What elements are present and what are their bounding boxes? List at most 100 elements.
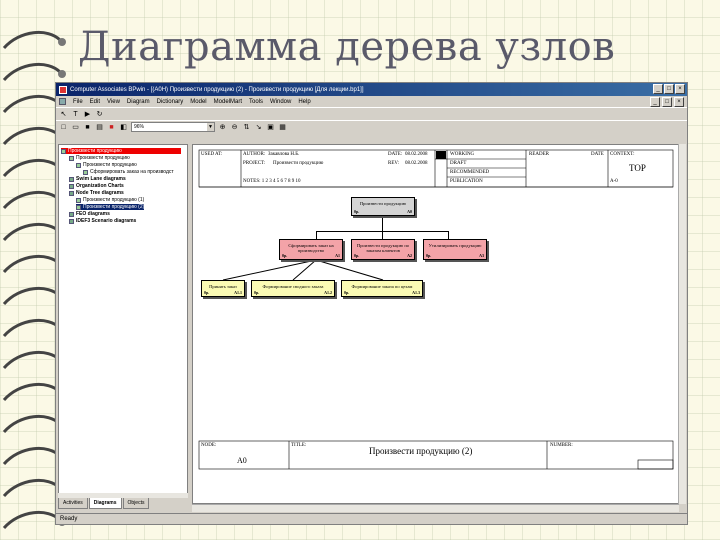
- status-draft: DRAFT: [450, 161, 467, 166]
- zoom-out-icon[interactable]: ⊖: [230, 123, 239, 132]
- slide-title: Диаграмма дерева узлов: [78, 24, 616, 70]
- node-number: A1.2: [324, 290, 332, 295]
- folder-icon: [69, 176, 74, 182]
- used-at-label: USED AT:: [201, 152, 223, 157]
- play-icon[interactable]: ▶: [83, 110, 92, 119]
- page-icon[interactable]: ▣: [266, 123, 275, 132]
- canvas-vertical-scrollbar[interactable]: [678, 144, 686, 504]
- bpwin-window: Computer Associates BPwin - [(A0H) Произ…: [55, 82, 688, 525]
- number-label: NUMBER:: [550, 443, 573, 448]
- arrow-tool-icon[interactable]: ↘: [254, 123, 263, 132]
- mdi-minimize-button[interactable]: _: [650, 97, 660, 107]
- node-a1-3[interactable]: Формирование заказа по цехам 0р. A1.3: [341, 280, 423, 297]
- connector: [382, 231, 383, 239]
- notes-text: NOTES: 1 2 3 4 5 6 7 8 9 10: [243, 179, 301, 184]
- connector: [316, 231, 317, 239]
- menu-edit[interactable]: Edit: [90, 99, 100, 105]
- tree-item-selected[interactable]: Произвести продукцию (2): [76, 204, 145, 210]
- folder-icon: [69, 183, 74, 189]
- diagram-icon: [83, 169, 88, 175]
- mdi-restore-button[interactable]: □: [662, 97, 672, 107]
- node-a0[interactable]: Произвести продукцию 0р. A0: [351, 197, 415, 216]
- rotate-icon[interactable]: ↻: [95, 110, 104, 119]
- node-a1-1[interactable]: Принять заказ 0р. A1.1: [201, 280, 245, 297]
- diagram-canvas[interactable]: USED AT: AUTHOR: Закавлова Н.Б. DATE: 08…: [192, 144, 679, 504]
- tree-item[interactable]: Произвести продукцию: [69, 155, 130, 161]
- toolbar-standard: □ ▭ ■ ▤ ■ ◧ 96% ▼ ⊕ ⊖ ⇅ ↘ ▣ ▦: [56, 120, 687, 133]
- menu-diagram[interactable]: Diagram: [127, 99, 150, 105]
- tree-item-root[interactable]: Произвести продукцию: [61, 148, 181, 154]
- menu-model[interactable]: Model: [190, 99, 206, 105]
- tab-activities[interactable]: Activities: [58, 498, 88, 509]
- tree-item[interactable]: Сформировать заказ на производст: [83, 169, 174, 175]
- tree-item-feo[interactable]: FEO diagrams: [69, 211, 110, 217]
- maximize-button[interactable]: □: [664, 84, 674, 94]
- diagram-icon: [69, 155, 74, 161]
- node-a1[interactable]: Сформировать заказ на производство 0р. A…: [279, 239, 343, 260]
- report-icon[interactable]: ▦: [278, 123, 287, 132]
- node-text: Произвести продукцию: [359, 201, 407, 206]
- node-text: Произвести продукцию по заказам клиентов: [356, 243, 410, 253]
- node-label: NODE:: [201, 443, 217, 448]
- chevron-down-icon: ▼: [207, 123, 214, 131]
- menu-file[interactable]: File: [73, 99, 83, 105]
- zoom-value: 96%: [134, 124, 145, 130]
- window-title: Computer Associates BPwin - [(A0H) Произ…: [70, 86, 364, 93]
- print-icon[interactable]: ▤: [95, 123, 104, 132]
- menu-dictionary[interactable]: Dictionary: [157, 99, 184, 105]
- tree-item-idef3[interactable]: IDEF3 Scenario diagrams: [69, 218, 136, 224]
- model-explorer-icon[interactable]: ◧: [119, 123, 128, 132]
- tab-objects[interactable]: Objects: [122, 498, 150, 509]
- node-cost: 0р.: [254, 290, 260, 295]
- node-cost: 0р.: [354, 209, 360, 214]
- node-a1-2[interactable]: Формирование сводного заказа 0р. A1.2: [251, 280, 335, 297]
- tree-item[interactable]: Произвести продукцию: [76, 162, 137, 168]
- context-node: A-0: [610, 179, 618, 184]
- text-tool-icon[interactable]: T: [71, 110, 80, 119]
- menu-tools[interactable]: Tools: [249, 99, 263, 105]
- arrange-icon[interactable]: ⇅: [242, 123, 251, 132]
- node-value: A0: [237, 456, 247, 465]
- status-bar: Ready: [56, 513, 687, 524]
- color-palette-icon[interactable]: ■: [107, 123, 116, 132]
- tree-item[interactable]: Произвести продукцию (1): [76, 197, 144, 203]
- tab-diagrams[interactable]: Diagrams: [88, 498, 122, 509]
- status-working: WORKING: [450, 152, 475, 157]
- window-titlebar[interactable]: Computer Associates BPwin - [(A0H) Произ…: [56, 83, 687, 96]
- menu-window[interactable]: Window: [270, 99, 291, 105]
- date-label: DATE:: [388, 152, 403, 157]
- date-value: 08.02.2008: [405, 152, 428, 157]
- menu-modelmart[interactable]: ModelMart: [214, 99, 242, 105]
- node-number: A1.1: [234, 290, 242, 295]
- diagram-icon: [76, 197, 81, 203]
- node-a3[interactable]: Утилизировать продукцию 0р. A3: [423, 239, 487, 260]
- open-folder-icon[interactable]: ▭: [71, 123, 80, 132]
- tree-item-org-charts[interactable]: Organization Charts: [69, 183, 124, 189]
- node-cost: 0р.: [426, 253, 432, 258]
- pointer-tool-icon[interactable]: ↖: [59, 110, 68, 119]
- save-icon[interactable]: ■: [83, 123, 92, 132]
- tree-item-node-tree[interactable]: Node Tree diagrams: [69, 190, 124, 196]
- canvas-horizontal-scrollbar[interactable]: [192, 504, 679, 512]
- zoom-select[interactable]: 96% ▼: [131, 122, 215, 132]
- mdi-close-button[interactable]: ×: [674, 97, 684, 107]
- menubar: File Edit View Diagram Dictionary Model …: [56, 96, 687, 107]
- new-file-icon[interactable]: □: [59, 123, 68, 132]
- minimize-button[interactable]: _: [653, 84, 663, 94]
- node-a2[interactable]: Произвести продукцию по заказам клиентов…: [351, 239, 415, 260]
- node-cost: 0р.: [204, 290, 210, 295]
- model-explorer-tree: Произвести продукцию Произвести продукци…: [58, 144, 188, 495]
- tree-item-swim-lane[interactable]: Swim Lane diagrams: [69, 176, 126, 182]
- menu-help[interactable]: Help: [298, 99, 310, 105]
- folder-icon: [69, 211, 74, 217]
- menu-view[interactable]: View: [107, 99, 120, 105]
- node-number: A2: [407, 253, 412, 258]
- author-label: AUTHOR:: [243, 152, 266, 157]
- status-recommended: RECOMMENDED: [450, 170, 490, 175]
- mdi-controls: _ □ ×: [650, 97, 684, 107]
- close-button[interactable]: ×: [675, 84, 685, 94]
- folder-icon: [69, 218, 74, 224]
- author-value: Закавлова Н.Б.: [268, 152, 300, 157]
- zoom-in-icon[interactable]: ⊕: [218, 123, 227, 132]
- rev-label: REV:: [388, 161, 400, 166]
